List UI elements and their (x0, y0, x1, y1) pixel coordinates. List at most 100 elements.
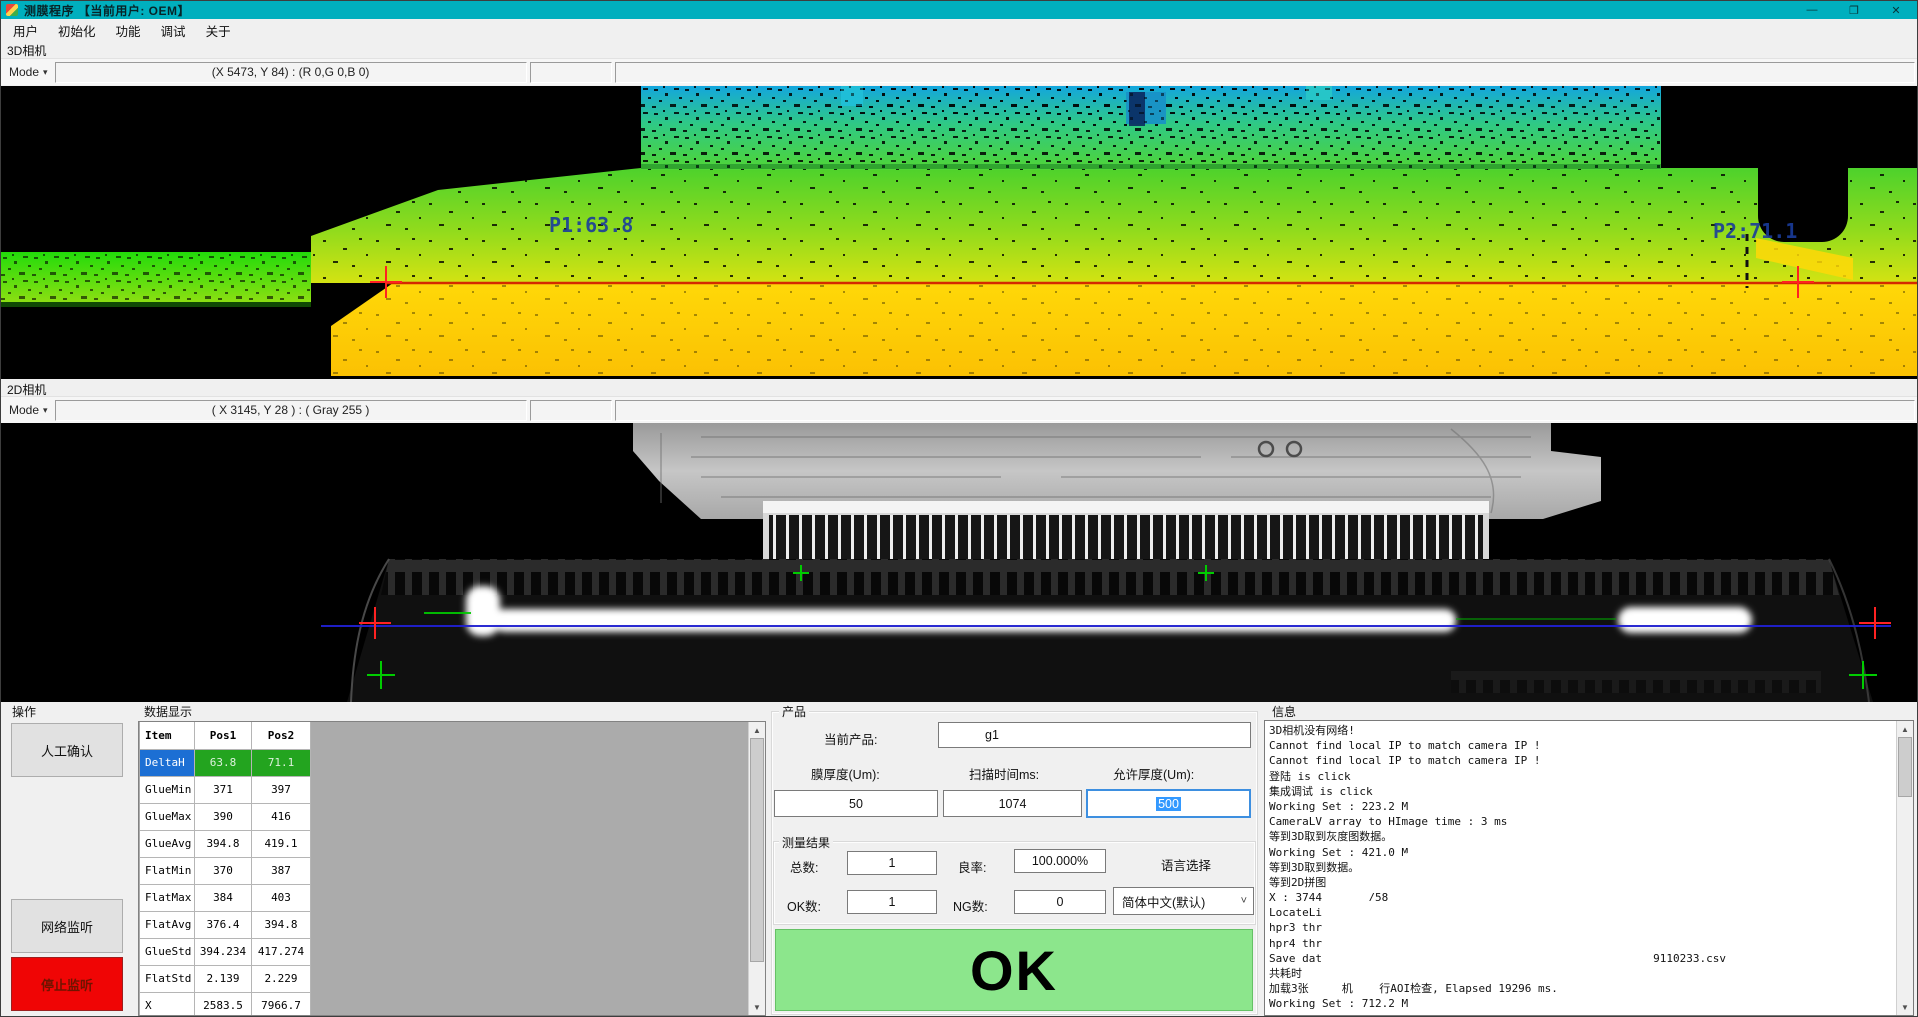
table-cell-value: 370 (195, 858, 252, 885)
manual-confirm-button[interactable]: 人工确认 (11, 723, 123, 777)
log-line: CameraLV array to HImage time : 3 ms (1269, 814, 1893, 829)
stop-listen-button[interactable]: 停止监听 (11, 957, 123, 1011)
table-row[interactable]: FlatMin370387 (140, 858, 312, 885)
scroll-down-icon[interactable]: ▼ (749, 999, 765, 1015)
language-select-value: 简体中文(默认) (1122, 892, 1205, 911)
table-cell-value: 2.229 (252, 966, 311, 993)
table-cell-item: GlueMin (140, 777, 195, 804)
minimize-button[interactable]: — (1791, 1, 1833, 19)
scrollbar-thumb[interactable] (750, 738, 764, 962)
scroll-down-icon[interactable]: ▼ (1897, 999, 1913, 1015)
redaction-blob (1433, 879, 1873, 906)
heightmap-3d-image: P1:63.8 P2:71.1 (1, 86, 1918, 379)
menu-item-4[interactable]: 调试 (151, 19, 196, 42)
table-row[interactable]: GlueMin371397 (140, 777, 312, 804)
menu-item-2[interactable]: 初始化 (48, 19, 106, 42)
yield-input[interactable]: 100.000% (1014, 849, 1106, 873)
ok-count-input[interactable]: 1 (847, 890, 937, 914)
table-row[interactable]: DeltaH63.871.1 (140, 750, 312, 777)
log-line: 加载3张 机 行AOI检查, Elapsed 19296 ms. (1269, 981, 1893, 996)
scan-time-input[interactable]: 1074 (943, 790, 1082, 817)
yield-label: 良率: (958, 857, 986, 876)
chevron-down-icon: ▾ (43, 67, 48, 78)
table-row[interactable]: FlatStd2.1392.229 (140, 966, 312, 993)
table-row[interactable]: FlatAvg376.4394.8 (140, 912, 312, 939)
table-row[interactable]: X2583.57966.7 (140, 993, 312, 1016)
current-product-input[interactable]: g1 (938, 722, 1251, 748)
allowed-thickness-label: 允许厚度(Um): (1113, 764, 1194, 783)
table-cell-item: GlueStd (140, 939, 195, 966)
result-group-label: 测量结果 (779, 834, 833, 851)
selected-text: 500 (1156, 797, 1181, 811)
data-table-container: ItemPos1Pos2 DeltaH63.871.1GlueMin371397… (138, 721, 766, 1016)
ng-count-label: NG数: (953, 896, 988, 915)
scroll-up-icon[interactable]: ▲ (1897, 721, 1913, 737)
chevron-down-icon: ▾ (43, 405, 48, 416)
table-cell-item: FlatMin (140, 858, 195, 885)
table-cell-value: 397 (252, 777, 311, 804)
table-scrollbar[interactable]: ▲ ▼ (748, 722, 765, 1015)
log-line: 集成调试 is click (1269, 784, 1893, 799)
total-label: 总数: (790, 857, 818, 876)
close-button[interactable]: ✕ (1875, 1, 1917, 19)
language-label: 语言选择 (1161, 855, 1211, 874)
camera3d-toolbar: Mode ▾ (X 5473, Y 84) : (R 0,G 0,B 0) (1, 58, 1917, 85)
camera2d-view[interactable] (1, 423, 1918, 702)
menu-item-1[interactable]: 用户 (3, 19, 48, 42)
total-count-input[interactable]: 1 (847, 851, 937, 875)
scrollbar-thumb[interactable] (1898, 737, 1912, 797)
table-cell-value: 63.8 (195, 750, 252, 777)
app-window: 测膜程序 【当前用户: OEM】 — ❐ ✕ 用户初始化功能调试关于 3D相机 … (0, 0, 1918, 1017)
table-cell-value: 416 (252, 804, 311, 831)
scan-time-label: 扫描时间ms: (969, 764, 1039, 783)
language-select[interactable]: 简体中文(默认) ˅ (1113, 887, 1254, 915)
data-table-body: DeltaH63.871.1GlueMin371397GlueMax390416… (140, 750, 312, 1016)
info-log[interactable]: 3D相机没有网络!Cannot find local IP to match c… (1264, 720, 1914, 1016)
mode-label: Mode (9, 403, 39, 417)
table-cell-value: 417.274 (252, 939, 311, 966)
table-cell-value: 394.234 (195, 939, 252, 966)
mode-button-3d[interactable]: Mode ▾ (1, 63, 55, 81)
table-cell-item: FlatMax (140, 885, 195, 912)
table-cell-value: 384 (195, 885, 252, 912)
table-cell-value: 71.1 (252, 750, 311, 777)
marker-p2-label: P2:71.1 (1713, 219, 1797, 243)
title-bar: 测膜程序 【当前用户: OEM】 — ❐ ✕ (1, 1, 1917, 19)
current-product-label: 当前产品: (824, 729, 877, 748)
mode-button-2d[interactable]: Mode ▾ (1, 401, 55, 419)
table-cell-item: DeltaH (140, 750, 195, 777)
table-row[interactable]: GlueStd394.234417.274 (140, 939, 312, 966)
mode-label: Mode (9, 65, 39, 79)
marker-p1-label: P1:63.8 (549, 213, 633, 237)
camera3d-view[interactable]: P1:63.8 P2:71.1 (1, 86, 1918, 379)
table-row[interactable]: FlatMax384403 (140, 885, 312, 912)
product-panel-label: 产品 (779, 703, 809, 720)
log-scrollbar[interactable]: ▲ ▼ (1896, 721, 1913, 1015)
camera2d-toolbar: Mode ▾ ( X 3145, Y 28 ) : ( Gray 255 ) (1, 396, 1917, 423)
pixel-status-2d: ( X 3145, Y 28 ) : ( Gray 255 ) (55, 400, 527, 421)
table-cell-value: 2.139 (195, 966, 252, 993)
toolbar-segment (530, 400, 612, 421)
toolbar-segment (530, 62, 612, 83)
toolbar-segment (615, 62, 1915, 83)
table-cell-value: 403 (252, 885, 311, 912)
log-line: Cannot find local IP to match camera IP … (1269, 753, 1893, 768)
log-line: Cannot find local IP to match camera IP … (1269, 738, 1893, 753)
restore-button[interactable]: ❐ (1833, 1, 1875, 19)
scroll-up-icon[interactable]: ▲ (749, 722, 765, 738)
table-row[interactable]: GlueMax390416 (140, 804, 312, 831)
menu-item-3[interactable]: 功能 (106, 19, 151, 42)
table-cell-value: 2583.5 (195, 993, 252, 1016)
network-listen-button[interactable]: 网络监听 (11, 899, 123, 953)
log-line: Working Set : 223.2 M (1269, 799, 1893, 814)
menu-item-5[interactable]: 关于 (196, 19, 241, 42)
table-row[interactable]: GlueAvg394.8419.1 (140, 831, 312, 858)
allowed-thickness-input[interactable]: 500 (1086, 789, 1251, 818)
table-cell-value: 419.1 (252, 831, 311, 858)
film-thickness-input[interactable]: 50 (774, 790, 938, 817)
log-line: Working Set : 712.2 M (1269, 996, 1893, 1011)
ng-count-input[interactable]: 0 (1014, 890, 1106, 914)
table-header-pos1: Pos1 (195, 722, 252, 750)
log-line: 等到3D取到灰度图数据。 (1269, 829, 1893, 844)
pixel-status-3d: (X 5473, Y 84) : (R 0,G 0,B 0) (55, 62, 527, 83)
